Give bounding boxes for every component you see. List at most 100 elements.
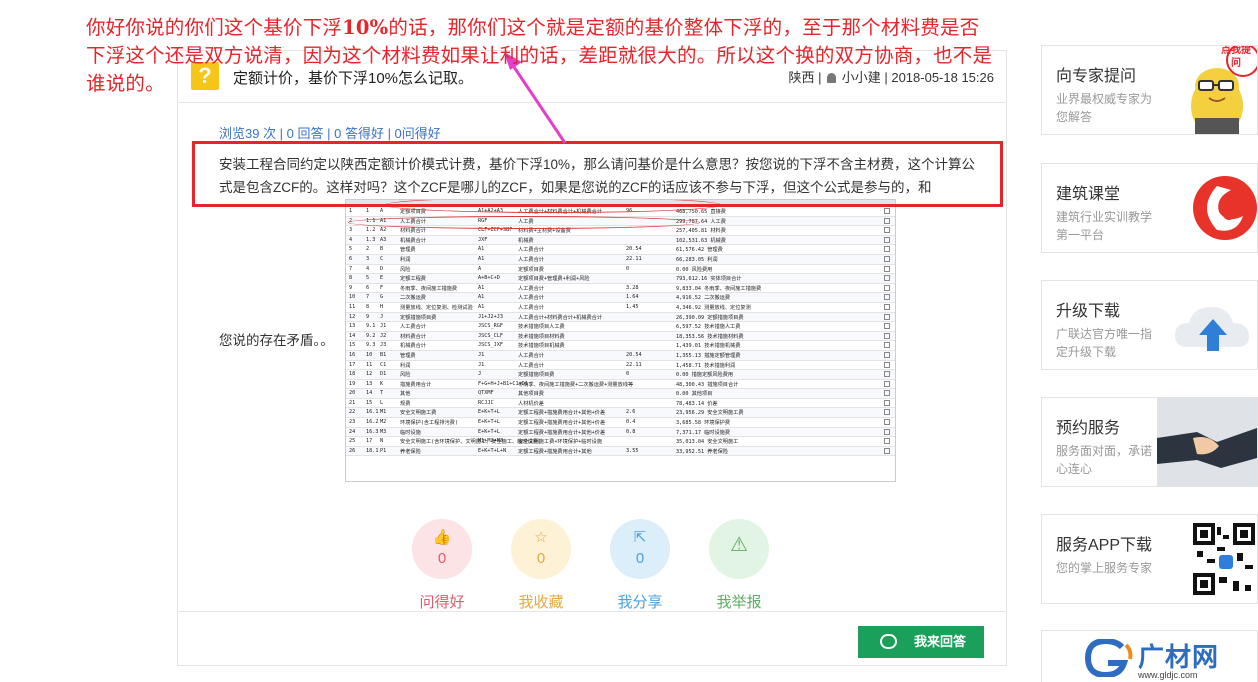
spreadsheet-cell: 管理费 (400, 352, 416, 359)
spreadsheet-cell: C1 (380, 361, 387, 368)
spreadsheet-row: C 6 3 利润 A1 人工费合计 22.11 66,283.05 利润 (346, 254, 895, 265)
spreadsheet-cell: J (380, 313, 384, 320)
star-icon: ☆ (534, 529, 548, 546)
spreadsheet-cell: 人工费合计 (518, 304, 544, 311)
spreadsheet-row: G 10 7 二次搬运费 A1 人工费合计 1.64 4,916.52 二次搬运费 (346, 293, 895, 303)
favorite-button[interactable]: ☆ 0 (511, 519, 571, 579)
logo-url: www.gldjc.com (1138, 670, 1198, 680)
sidebar-building-class[interactable]: 建筑课堂 建筑行业实训教学第一平台 (1041, 163, 1258, 253)
spreadsheet-cell: 管理费 (400, 247, 416, 254)
checkbox-icon (884, 255, 890, 262)
card-divider (178, 611, 1006, 612)
spreadsheet-cell: 3 (366, 255, 370, 262)
spreadsheet-row: F 9 6 冬雨季、夜间施工措施费 A1 人工费合计 3.28 9,833.04 冬雨季、夜间… (346, 284, 895, 294)
spreadsheet-cell: 其他 (400, 391, 411, 398)
ask-badge[interactable]: 点我提问 (1221, 46, 1251, 70)
spreadsheet-cell: 11 (366, 361, 373, 368)
sidebar-subtitle: 服务面对面，承诺心连心 (1056, 444, 1153, 476)
spreadsheet-cell: E+K+T+L+N (478, 447, 507, 454)
spreadsheet-cell: 1,439.01 技术措施机械费 (676, 343, 741, 350)
spreadsheet-cell: K (380, 380, 384, 387)
spreadsheet-cell: N (380, 438, 384, 445)
share-label[interactable]: 我分享 (595, 591, 685, 612)
spreadsheet-cell: 3.55 (626, 447, 639, 454)
spreadsheet-cell: J (478, 371, 482, 378)
spreadsheet-cell: 9 (349, 284, 353, 291)
spreadsheet-cell: 4 (366, 265, 370, 272)
spreadsheet-cell: 19 (349, 380, 356, 387)
good-question-label[interactable]: 问得好 (397, 591, 487, 612)
sidebar-app-download[interactable]: 服务APP下载 您的掌上服务专家 (1041, 514, 1258, 604)
spreadsheet-row: M2 23 16.2 环境保护(含工程排污费) E+K+T+L 定额工程费+措施费用合计+… (346, 418, 895, 428)
spreadsheet-cell: 人工费合计 (518, 352, 544, 359)
cloud-upload-icon (1175, 307, 1249, 351)
checkbox-icon (884, 438, 890, 445)
spreadsheet-cell: 61,576.42 管理费 (676, 247, 723, 254)
checkbox-icon (884, 447, 890, 454)
report-label[interactable]: 我举报 (694, 591, 784, 612)
spreadsheet-cell: 1,458.71 技术措施利润 (676, 362, 736, 369)
spreadsheet-cell: 材料费合计 (400, 333, 426, 340)
spreadsheet-cell: 人工费合计 (518, 256, 544, 263)
spreadsheet-cell: 技术措施项目材料费 (518, 333, 565, 340)
spreadsheet-cell: 定额措施项目费 (518, 372, 555, 379)
report-button[interactable]: ⚠ (709, 519, 769, 579)
spreadsheet-cell: 12 (349, 313, 356, 320)
spreadsheet-cell: 26,390.09 定额措施项目费 (676, 314, 744, 321)
spreadsheet-row: E 8 5 定额工程费 A+B+C+D 定额项目费+管理费+利润+风险 793,612.16… (346, 274, 895, 284)
checkbox-icon (884, 303, 890, 310)
spreadsheet-cell: 16.3 (366, 428, 379, 435)
spreadsheet-cell: 5 (366, 275, 370, 282)
logo-text: 广材网 (1138, 642, 1220, 672)
spreadsheet-cell: 26 (349, 447, 356, 454)
good-count: 0 (437, 550, 447, 567)
spreadsheet-cell: 15 (366, 399, 373, 406)
spreadsheet-cell: F (380, 284, 384, 291)
answer-button[interactable]: 我来回答 (858, 626, 984, 658)
spreadsheet-cell: JSCS_RGF (478, 323, 503, 330)
spreadsheet-cell: 20.54 (626, 246, 642, 253)
sidebar-upgrade-download[interactable]: 升级下载 广联达官方唯一指定升级下载 (1041, 280, 1258, 370)
sidebar-appointment[interactable]: 预约服务 服务面对面，承诺心连心 (1041, 397, 1258, 487)
checkbox-icon (884, 409, 890, 416)
spreadsheet-cell: 8 (366, 303, 370, 310)
sidebar-title: 预约服务 (1056, 420, 1121, 437)
spreadsheet-cell: 0.00 措施定额风险费用 (676, 372, 734, 379)
spreadsheet-cell: 临时设施 (400, 429, 421, 436)
share-button[interactable]: ⇱ 0 (610, 519, 670, 579)
spreadsheet-cell: 养老保险 (400, 448, 421, 455)
good-question-button[interactable]: 👍 0 (412, 519, 472, 579)
spreadsheet-cell: 定额工程费+措施费用合计+其他+价差 (518, 410, 606, 417)
spreadsheet-cell: 35,013.04 安全文明施工 (676, 439, 739, 446)
checkbox-icon (884, 275, 890, 282)
checkbox-icon (884, 428, 890, 435)
spreadsheet-cell: A+B+C+D (478, 275, 500, 282)
spreadsheet-cell: 257,405.81 材料费 (676, 228, 726, 235)
spreadsheet-cell: 23 (349, 419, 356, 426)
spreadsheet-cell: 利润 (400, 256, 411, 263)
spreadsheet-row: K 19 13 措施费用合计 F+G+H+J+B1+C1+D1 冬雨季、夜间施工措施费+二… (346, 380, 895, 390)
spreadsheet-cell: 7 (366, 294, 370, 301)
spreadsheet-cell: 6 (349, 255, 353, 262)
spreadsheet-cell: 4,916.52 二次搬运费 (676, 295, 731, 302)
spreadsheet-cell: 5 (349, 246, 353, 253)
gldjc-logo-card[interactable]: 广材网 www.gldjc.com (1041, 630, 1258, 682)
spreadsheet-cell: 9.2 (366, 332, 376, 339)
spreadsheet-cell: 测量放线、定位复测、检测试验 (400, 304, 473, 311)
spreadsheet-cell: 22 (349, 409, 356, 416)
question-stats[interactable]: 浏览39 次 | 0 回答 | 0 答得好 | 0问得好 (219, 123, 441, 142)
spreadsheet-cell: 1,355.13 措施定额管理费 (676, 352, 741, 359)
favorite-label[interactable]: 我收藏 (496, 591, 586, 612)
spreadsheet-cell: E+K+T+L (478, 409, 500, 416)
spreadsheet-cell: 16.2 (366, 419, 379, 426)
spreadsheet-cell: A (380, 208, 384, 214)
spreadsheet-row: J2 14 9.2 材料费合计 JSCS_CLF 技术措施项目材料费 18,353.56 技… (346, 331, 895, 342)
spreadsheet-cell: G (380, 294, 384, 301)
spreadsheet-cell: 3.28 (626, 284, 639, 291)
spreadsheet-cell: H (380, 303, 384, 310)
spreadsheet-cell: 14 (349, 332, 356, 339)
spreadsheet-cell: T (380, 390, 384, 397)
spreadsheet-cell: 定额措施项目费 (400, 314, 437, 321)
spreadsheet-cell: J1 (478, 361, 485, 368)
spreadsheet-cell: A1 (478, 284, 485, 291)
